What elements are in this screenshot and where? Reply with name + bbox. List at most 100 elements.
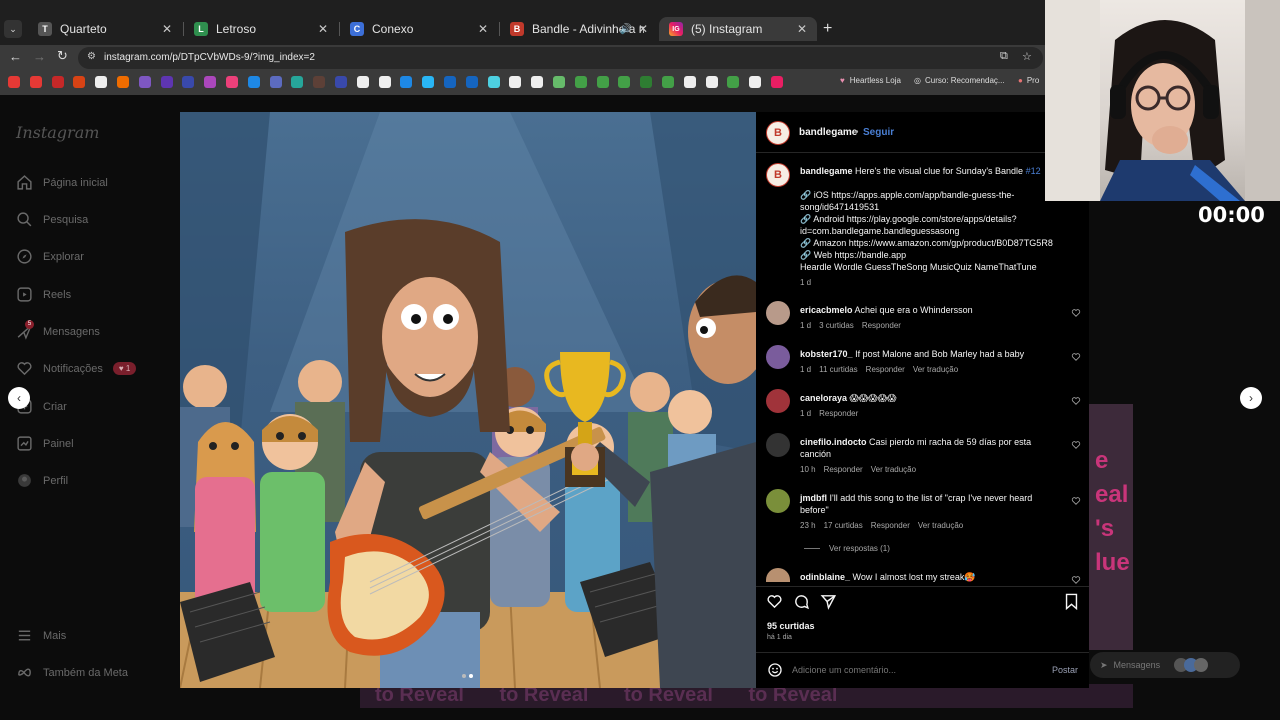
address-bar[interactable]: ⚙ instagram.com/p/DTpCVbWDs-9/?img_index… [78,47,1043,69]
follow-button[interactable]: Seguir [863,127,894,138]
comment-username[interactable]: kobster170_ [800,349,853,359]
bookmark-favicon-icon[interactable] [705,76,718,88]
comment-username[interactable]: ericacbmelo [800,305,853,315]
instagram-logo[interactable]: Instagram [16,123,99,142]
post-comment-button[interactable]: Postar [1052,665,1078,675]
translate-button[interactable]: Ver tradução [918,521,963,530]
bookmark-favicon-icon[interactable] [291,76,304,88]
like-comment-heart-icon[interactable] [1071,496,1081,506]
caption-hashtag[interactable]: #12 [1026,166,1041,176]
bookmark-favicon-icon[interactable] [574,76,587,88]
comment-likes[interactable]: 3 curtidas [819,321,854,330]
sidebar-item-search[interactable]: Pesquisa [16,211,88,228]
reply-button[interactable]: Responder [824,465,863,474]
avatar[interactable]: B [766,121,790,145]
sidebar-item-more[interactable]: Mais [16,627,66,644]
bookmark-favicon-icon[interactable] [749,76,762,88]
tab-bandle[interactable]: B Bandle - Adivinhe a música 🔊 ✕ [500,17,658,41]
close-icon[interactable]: ✕ [797,22,807,36]
bookmark-favicon-icon[interactable] [160,76,173,88]
bookmark-favicon-icon[interactable] [618,76,631,88]
comment-username[interactable]: odinblaine_ [800,572,850,582]
bookmark-favicon-icon[interactable] [138,76,151,88]
like-comment-heart-icon[interactable] [1071,440,1081,450]
forward-arrow-icon[interactable]: → [33,49,46,64]
share-icon[interactable] [820,593,837,610]
like-comment-heart-icon[interactable] [1071,352,1081,362]
avatar[interactable] [766,433,790,457]
tab-quarteto[interactable]: T Quarteto ✕ [28,17,182,41]
bookmark-favicon-icon[interactable] [553,76,565,88]
bookmark-favicon-icon[interactable] [531,76,544,88]
bookmark-favicon-icon[interactable] [400,76,413,88]
like-heart-icon[interactable] [766,593,783,610]
reply-button[interactable]: Responder [871,521,910,530]
sidebar-item-notifications[interactable]: Notificações ♥ 1 [16,360,137,377]
sidebar-item-home[interactable]: Página inicial [16,174,108,191]
comment-username[interactable]: caneloraya [800,393,847,403]
site-settings-icon[interactable]: ⚙ [87,51,96,62]
bookmark-favicon-icon[interactable] [335,76,347,88]
back-arrow-icon[interactable]: ← [9,49,22,64]
sidebar-item-meta[interactable]: Também da Meta [16,664,128,681]
sidebar-item-dashboard[interactable]: Painel [16,435,74,452]
sidebar-item-explore[interactable]: Explorar [16,248,84,265]
reply-button[interactable]: Responder [862,321,901,330]
bookmark-favicon-icon[interactable] [51,76,64,88]
bookmark-heartless[interactable]: ♥ Heartless Loja [840,76,901,85]
avatar[interactable]: B [766,163,790,187]
view-replies-button[interactable]: Ver respostas (1) [829,544,890,553]
close-icon[interactable]: ✕ [478,22,488,36]
sidebar-item-profile[interactable]: Perfil [16,472,68,489]
tab-conexo[interactable]: C Conexo ✕ [340,17,498,41]
new-tab-button[interactable]: + [823,20,832,38]
bookmark-favicon-icon[interactable] [465,76,478,88]
bookmark-favicon-icon[interactable] [771,76,783,88]
sidebar-item-reels[interactable]: Reels [16,286,71,303]
comment-likes[interactable]: 17 curtidas [824,521,863,530]
messages-floating-button[interactable]: ➤ Mensagens [1090,652,1240,678]
caption-username[interactable]: bandlegame [800,166,853,176]
bookmark-favicon-icon[interactable] [640,76,653,88]
comment-icon[interactable] [793,593,810,610]
bookmark-favicon-icon[interactable] [269,76,282,88]
bookmark-favicon-icon[interactable] [8,76,20,88]
translate-button[interactable]: Ver tradução [913,365,958,374]
bookmark-favicon-icon[interactable] [662,76,674,88]
post-image[interactable] [180,112,756,688]
close-icon[interactable]: ✕ [638,22,648,36]
close-icon[interactable]: ✕ [318,22,328,36]
bookmark-favicon-icon[interactable] [509,76,522,88]
bookmark-favicon-icon[interactable] [422,76,435,88]
bookmark-favicon-icon[interactable] [204,76,217,88]
avatar[interactable] [766,389,790,413]
like-comment-heart-icon[interactable] [1071,396,1081,406]
avatar[interactable] [766,489,790,513]
bookmark-favicon-icon[interactable] [487,76,500,88]
bookmark-favicon-icon[interactable] [73,76,86,88]
speaker-icon[interactable]: 🔊 [620,24,632,35]
reload-icon[interactable]: ↻ [57,48,68,64]
bookmark-favicon-icon[interactable] [247,76,260,88]
tab-instagram[interactable]: IG (5) Instagram ✕ [659,17,817,41]
reply-button[interactable]: Responder [819,409,858,418]
bookmark-favicon-icon[interactable] [117,76,129,88]
like-comment-heart-icon[interactable] [1071,575,1081,585]
sidebar-item-messages[interactable]: Mensagens 5 [16,320,100,340]
bookmark-favicon-icon[interactable] [29,76,42,88]
next-post-button[interactable]: › [1240,387,1262,409]
emoji-icon[interactable] [767,662,783,678]
install-app-icon[interactable]: ⧉ [1000,50,1008,63]
avatar[interactable] [766,301,790,325]
bookmark-favicon-icon[interactable] [313,76,326,88]
bookmark-favicon-icon[interactable] [378,76,391,88]
comment-likes[interactable]: 11 curtidas [819,365,858,374]
translate-button[interactable]: Ver tradução [871,465,916,474]
comment-username[interactable]: cinefilo.indocto [800,437,867,447]
comment-username[interactable]: jmdbfl [800,493,827,503]
bookmark-favicon-icon[interactable] [226,76,238,88]
previous-post-button[interactable]: ‹ [8,387,30,409]
bookmark-favicon-icon[interactable] [182,76,195,88]
url-text[interactable]: instagram.com/p/DTpCVbWDs-9/?img_index=2 [104,52,315,63]
like-comment-heart-icon[interactable] [1071,308,1081,318]
